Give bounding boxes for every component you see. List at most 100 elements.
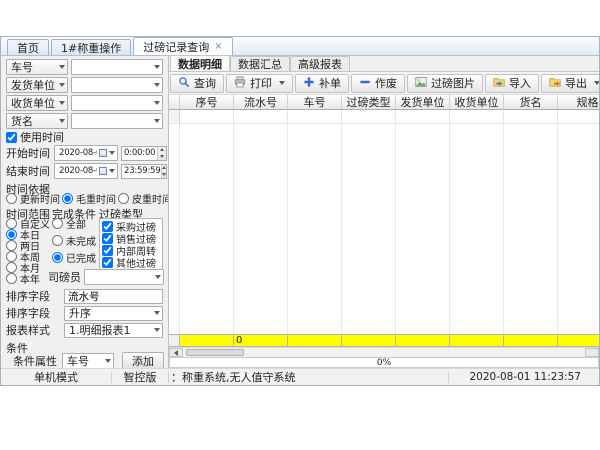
main-tab-2[interactable]: 1#称重操作 bbox=[51, 39, 131, 55]
tab-close-icon[interactable]: × bbox=[214, 42, 222, 52]
field-value-select[interactable] bbox=[71, 113, 163, 129]
grid-column-header-2[interactable]: 流水号 bbox=[234, 95, 288, 110]
weigher-select[interactable] bbox=[84, 269, 164, 285]
start-time-spinner[interactable]: 0:00:00 bbox=[121, 146, 167, 161]
weigh-type-checkbox[interactable] bbox=[102, 245, 113, 256]
main-tab-1[interactable]: 首页 bbox=[7, 39, 49, 55]
grid-column-header-1[interactable]: 序号 bbox=[180, 95, 234, 110]
grid-column-header-7[interactable]: 货名 bbox=[504, 95, 558, 110]
toolbar-button-label: 作废 bbox=[375, 75, 397, 91]
print-icon bbox=[234, 76, 246, 91]
weigh-type-checkbox[interactable] bbox=[102, 221, 113, 232]
status-system-text: ：称重系统,无人值守系统 bbox=[169, 369, 448, 385]
sort-field-input[interactable] bbox=[64, 289, 163, 304]
time-range-option-radio[interactable] bbox=[6, 273, 17, 284]
use-time-row[interactable]: 使用时间 bbox=[6, 131, 163, 143]
chevron-down-icon bbox=[59, 83, 65, 87]
grid-body-column bbox=[169, 124, 180, 334]
grid-row-selector[interactable] bbox=[169, 110, 180, 124]
finish-condition-option-1[interactable]: 全部 bbox=[52, 218, 99, 229]
toolbar-button-6[interactable]: 导入 bbox=[485, 74, 539, 93]
time-basis-option-2[interactable]: 毛重时间 bbox=[62, 193, 116, 204]
scrollbar-thumb[interactable] bbox=[186, 349, 244, 356]
weigh-type-option-4[interactable]: 其他过磅 bbox=[102, 256, 161, 268]
chevron-down-icon bbox=[154, 328, 160, 332]
field-value-select[interactable] bbox=[71, 59, 163, 75]
toolbar-button-1[interactable]: 查询 bbox=[170, 74, 224, 93]
horizontal-scrollbar[interactable] bbox=[169, 347, 599, 357]
weigh-type-checkbox[interactable] bbox=[102, 257, 113, 268]
finish-condition-option-radio[interactable] bbox=[52, 218, 63, 229]
data-subtab-3[interactable]: 高级报表 bbox=[290, 56, 350, 71]
finish-condition-option-2[interactable]: 未完成 bbox=[52, 235, 99, 246]
field-name-select[interactable]: 货名 bbox=[6, 113, 68, 129]
time-basis-option-radio[interactable] bbox=[118, 193, 129, 204]
time-range-option-radio[interactable] bbox=[6, 229, 17, 240]
field-selector-row-4: 货名 bbox=[6, 113, 163, 129]
finish-condition-option-3[interactable]: 已完成 bbox=[52, 252, 99, 263]
toolbar-button-2[interactable]: 打印 bbox=[226, 74, 293, 93]
weigh-type-label: 过磅类型 bbox=[99, 206, 143, 218]
grid-column-header-6[interactable]: 收货单位 bbox=[450, 95, 504, 110]
time-basis-option-radio[interactable] bbox=[6, 193, 17, 204]
toolbar-button-5[interactable]: 过磅图片 bbox=[407, 74, 483, 93]
field-name-select[interactable]: 车号 bbox=[6, 59, 68, 75]
dropdown-arrow-icon bbox=[279, 81, 285, 85]
sort-order-select[interactable]: 升序 bbox=[64, 306, 163, 321]
field-value-select[interactable] bbox=[71, 77, 163, 93]
grid-empty-row[interactable] bbox=[169, 110, 599, 124]
end-time-label: 结束时间 bbox=[6, 163, 54, 179]
toolbar-button-label: 打印 bbox=[250, 75, 272, 91]
scroll-right-button[interactable] bbox=[585, 348, 599, 357]
data-subtab-2[interactable]: 数据汇总 bbox=[230, 56, 290, 71]
condition-row-value: 车号 bbox=[67, 353, 105, 369]
toolbar-button-3[interactable]: 补单 bbox=[295, 74, 349, 93]
time-basis-option-radio[interactable] bbox=[62, 193, 73, 204]
grid-empty-cell bbox=[396, 110, 450, 124]
main-tab-3[interactable]: 过磅记录查询× bbox=[133, 37, 232, 55]
time-range-option-6[interactable]: 本年 bbox=[6, 273, 52, 284]
main-tab-bar: 首页1#称重操作过磅记录查询× bbox=[1, 37, 599, 56]
field-name-select[interactable]: 发货单位 bbox=[6, 77, 68, 93]
toolbar: 查询打印补单作废过磅图片导入导出设置 bbox=[169, 72, 599, 95]
grid-column-header-8[interactable]: 规格 bbox=[558, 95, 599, 110]
time-range-option-radio[interactable] bbox=[6, 262, 17, 273]
add-condition-button[interactable]: 添加 bbox=[122, 352, 164, 368]
condition-row-select[interactable]: 车号 bbox=[62, 353, 114, 369]
time-range-option-radio[interactable] bbox=[6, 240, 17, 251]
field-value-select[interactable] bbox=[71, 95, 163, 111]
grid-empty-cell bbox=[450, 110, 504, 124]
spinner-buttons[interactable] bbox=[161, 165, 166, 178]
time-range-group: 自定义本日两日本周本月本年 bbox=[6, 218, 52, 286]
data-subtab-1[interactable]: 数据明细 bbox=[170, 55, 230, 71]
chevron-down-icon bbox=[109, 169, 115, 173]
toolbar-button-7[interactable]: 导出 bbox=[541, 74, 599, 93]
end-time-spinner[interactable]: 23:59:59 bbox=[121, 164, 167, 179]
time-range-option-radio[interactable] bbox=[6, 251, 17, 262]
report-style-select[interactable]: 1.明细报表1 bbox=[64, 323, 163, 338]
grid-empty-cell bbox=[558, 110, 599, 124]
grid-empty-cell bbox=[180, 110, 234, 124]
grid-column-header-3[interactable]: 车号 bbox=[288, 95, 342, 110]
finish-condition-option-radio[interactable] bbox=[52, 252, 63, 263]
time-basis-option-1[interactable]: 更新时间 bbox=[6, 193, 60, 204]
finish-condition-option-radio[interactable] bbox=[52, 235, 63, 246]
time-range-option-radio[interactable] bbox=[6, 218, 17, 229]
weigh-type-checkbox[interactable] bbox=[102, 233, 113, 244]
end-date-picker[interactable]: 2020-08-01 bbox=[54, 163, 118, 179]
field-name-select[interactable]: 收货单位 bbox=[6, 95, 68, 111]
scroll-left-button[interactable] bbox=[169, 348, 183, 357]
grid-column-header-5[interactable]: 发货单位 bbox=[396, 95, 450, 110]
start-date-value: 2020-08-01 bbox=[59, 148, 97, 158]
search-icon bbox=[178, 76, 190, 91]
grid-column-header-4[interactable]: 过磅类型 bbox=[342, 95, 396, 110]
start-date-picker[interactable]: 2020-08-01 bbox=[54, 145, 118, 161]
time-basis-option-3[interactable]: 皮重时间 bbox=[118, 193, 169, 204]
spinner-buttons[interactable] bbox=[157, 147, 166, 160]
radio-label: 本年 bbox=[20, 271, 40, 286]
summary-cell-2: 0 bbox=[234, 334, 288, 347]
toolbar-button-4[interactable]: 作废 bbox=[351, 74, 405, 93]
field-name-value: 发货单位 bbox=[11, 77, 59, 93]
field-name-value: 收货单位 bbox=[11, 95, 59, 111]
use-time-checkbox[interactable] bbox=[6, 132, 17, 143]
